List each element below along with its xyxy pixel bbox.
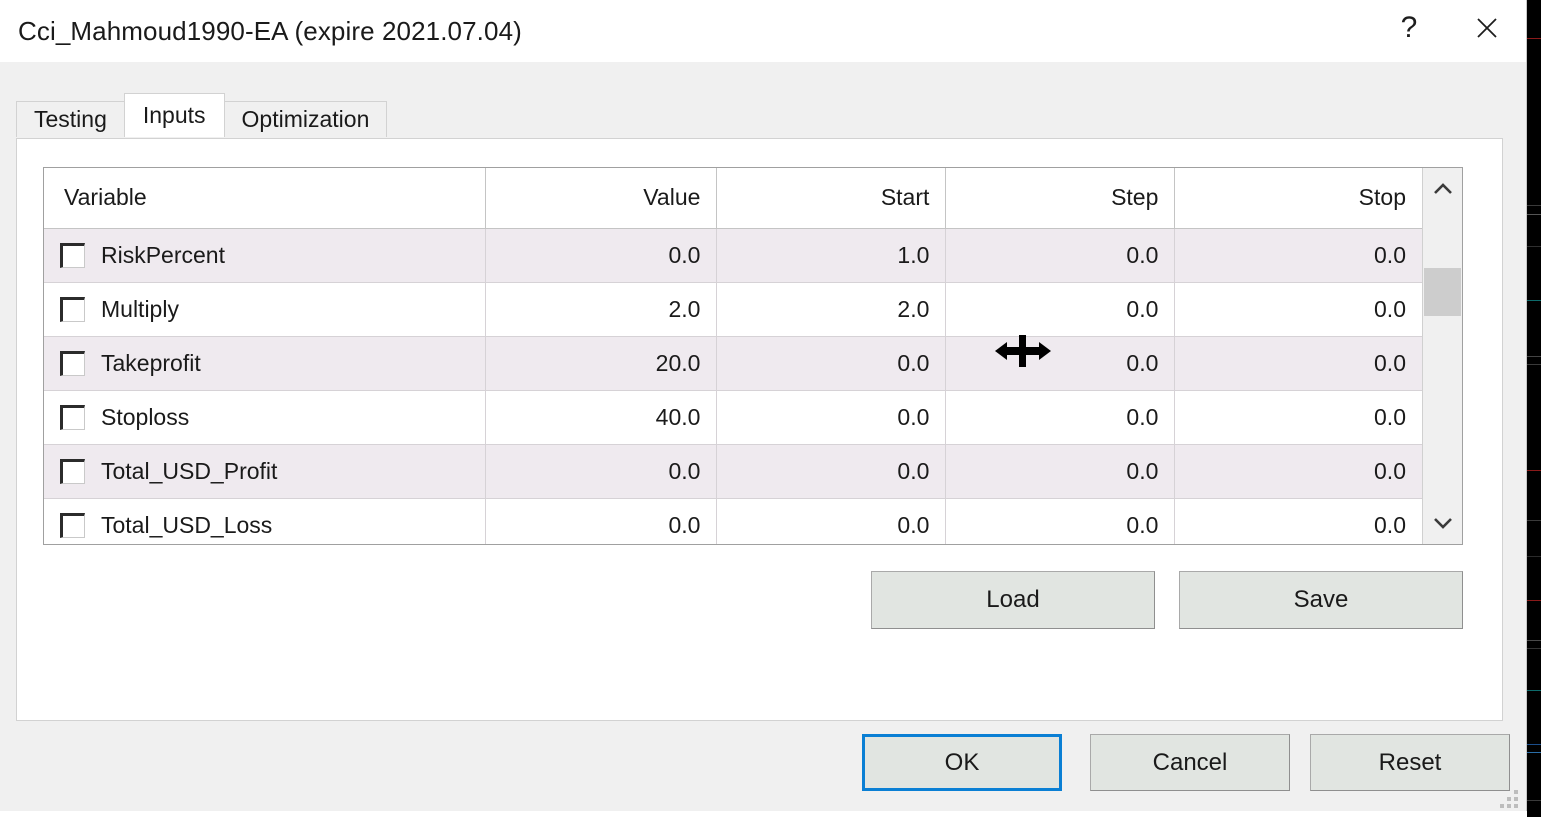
value-cell[interactable]: 2.0 (486, 282, 717, 336)
column-header-variable[interactable]: Variable (44, 168, 486, 228)
tab-inputs[interactable]: Inputs (124, 93, 225, 137)
column-header-stop[interactable]: Stop (1175, 168, 1422, 228)
stop-cell[interactable]: 0.0 (1175, 390, 1422, 444)
optimize-checkbox[interactable] (60, 459, 85, 484)
close-button[interactable] (1448, 0, 1526, 56)
scroll-up-button[interactable] (1423, 168, 1462, 210)
expert-properties-dialog: Cci_Mahmoud1990-EA (expire 2021.07.04) ? (0, 0, 1527, 811)
table-row[interactable]: Stoploss 40.0 0.0 0.0 0.0 (44, 390, 1422, 444)
cancel-button[interactable]: Cancel (1090, 734, 1290, 791)
tab-strip: Testing Inputs Optimization (16, 95, 386, 137)
screen: Cci_Mahmoud1990-EA (expire 2021.07.04) ? (0, 0, 1541, 817)
step-cell[interactable]: 0.0 (946, 228, 1175, 282)
table-row[interactable]: Total_USD_Loss 0.0 0.0 0.0 0.0 (44, 498, 1422, 544)
load-save-row: Load Save (43, 571, 1463, 633)
optimize-checkbox[interactable] (60, 513, 85, 538)
dialog-client-area: Testing Inputs Optimization (0, 62, 1526, 811)
variable-name: Total_USD_Loss (101, 514, 272, 537)
variable-cell: Total_USD_Loss (44, 498, 486, 544)
parameters-grid-body: Variable Value Start Step Stop (44, 168, 1422, 544)
reset-button[interactable]: Reset (1310, 734, 1510, 791)
step-cell[interactable]: 0.0 (946, 282, 1175, 336)
variable-name: RiskPercent (101, 244, 225, 267)
question-mark-icon: ? (1401, 13, 1418, 43)
close-icon (1472, 13, 1502, 43)
scroll-down-button[interactable] (1423, 502, 1462, 544)
scrollbar-thumb[interactable] (1424, 268, 1461, 316)
table-row[interactable]: Total_USD_Profit 0.0 0.0 0.0 0.0 (44, 444, 1422, 498)
parameters-grid: Variable Value Start Step Stop (43, 167, 1463, 545)
save-button[interactable]: Save (1179, 571, 1463, 629)
optimize-checkbox[interactable] (60, 351, 85, 376)
dialog-footer: OK Cancel Reset (0, 734, 1526, 813)
load-button[interactable]: Load (871, 571, 1155, 629)
title-bar-buttons: ? (1370, 0, 1526, 62)
start-cell[interactable]: 2.0 (717, 282, 946, 336)
window-title: Cci_Mahmoud1990-EA (expire 2021.07.04) (18, 16, 522, 47)
step-cell[interactable]: 0.0 (946, 498, 1175, 544)
chevron-down-icon (1432, 516, 1454, 530)
column-header-step[interactable]: Step (946, 168, 1175, 228)
start-cell[interactable]: 0.0 (717, 390, 946, 444)
value-cell[interactable]: 20.0 (486, 336, 717, 390)
variable-name: Takeprofit (101, 352, 201, 375)
resize-grip[interactable] (1500, 788, 1520, 808)
background-chart-strip (1527, 0, 1541, 817)
start-cell[interactable]: 0.0 (717, 444, 946, 498)
step-cell[interactable]: 0.0 (946, 390, 1175, 444)
variable-cell: Multiply (44, 282, 486, 336)
table-header-row: Variable Value Start Step Stop (44, 168, 1422, 228)
help-button[interactable]: ? (1370, 0, 1448, 56)
optimize-checkbox[interactable] (60, 297, 85, 322)
variable-name: Total_USD_Profit (101, 460, 277, 483)
title-bar: Cci_Mahmoud1990-EA (expire 2021.07.04) ? (0, 0, 1526, 62)
step-cell[interactable]: 0.0 (946, 336, 1175, 390)
ok-button[interactable]: OK (862, 734, 1062, 791)
inputs-tab-panel: Variable Value Start Step Stop (16, 138, 1503, 721)
stop-cell[interactable]: 0.0 (1175, 444, 1422, 498)
value-cell[interactable]: 0.0 (486, 498, 717, 544)
parameters-table: Variable Value Start Step Stop (44, 168, 1422, 544)
chevron-up-icon (1432, 182, 1454, 196)
start-cell[interactable]: 0.0 (717, 498, 946, 544)
variable-cell: Stoploss (44, 390, 486, 444)
column-header-value[interactable]: Value (486, 168, 717, 228)
optimize-checkbox[interactable] (60, 243, 85, 268)
table-row[interactable]: Takeprofit 20.0 0.0 0.0 0.0 (44, 336, 1422, 390)
variable-cell: Takeprofit (44, 336, 486, 390)
stop-cell[interactable]: 0.0 (1175, 498, 1422, 544)
stop-cell[interactable]: 0.0 (1175, 282, 1422, 336)
table-row[interactable]: RiskPercent 0.0 1.0 0.0 0.0 (44, 228, 1422, 282)
table-row[interactable]: Multiply 2.0 2.0 0.0 0.0 (44, 282, 1422, 336)
value-cell[interactable]: 0.0 (486, 444, 717, 498)
column-header-start[interactable]: Start (717, 168, 946, 228)
variable-name: Stoploss (101, 406, 189, 429)
start-cell[interactable]: 1.0 (717, 228, 946, 282)
variable-name: Multiply (101, 298, 179, 321)
optimize-checkbox[interactable] (60, 405, 85, 430)
stop-cell[interactable]: 0.0 (1175, 336, 1422, 390)
start-cell[interactable]: 0.0 (717, 336, 946, 390)
variable-cell: Total_USD_Profit (44, 444, 486, 498)
step-cell[interactable]: 0.0 (946, 444, 1175, 498)
tab-optimization[interactable]: Optimization (224, 101, 388, 137)
value-cell[interactable]: 40.0 (486, 390, 717, 444)
vertical-scrollbar[interactable] (1422, 168, 1462, 544)
value-cell[interactable]: 0.0 (486, 228, 717, 282)
stop-cell[interactable]: 0.0 (1175, 228, 1422, 282)
tab-testing[interactable]: Testing (16, 101, 125, 137)
variable-cell: RiskPercent (44, 228, 486, 282)
